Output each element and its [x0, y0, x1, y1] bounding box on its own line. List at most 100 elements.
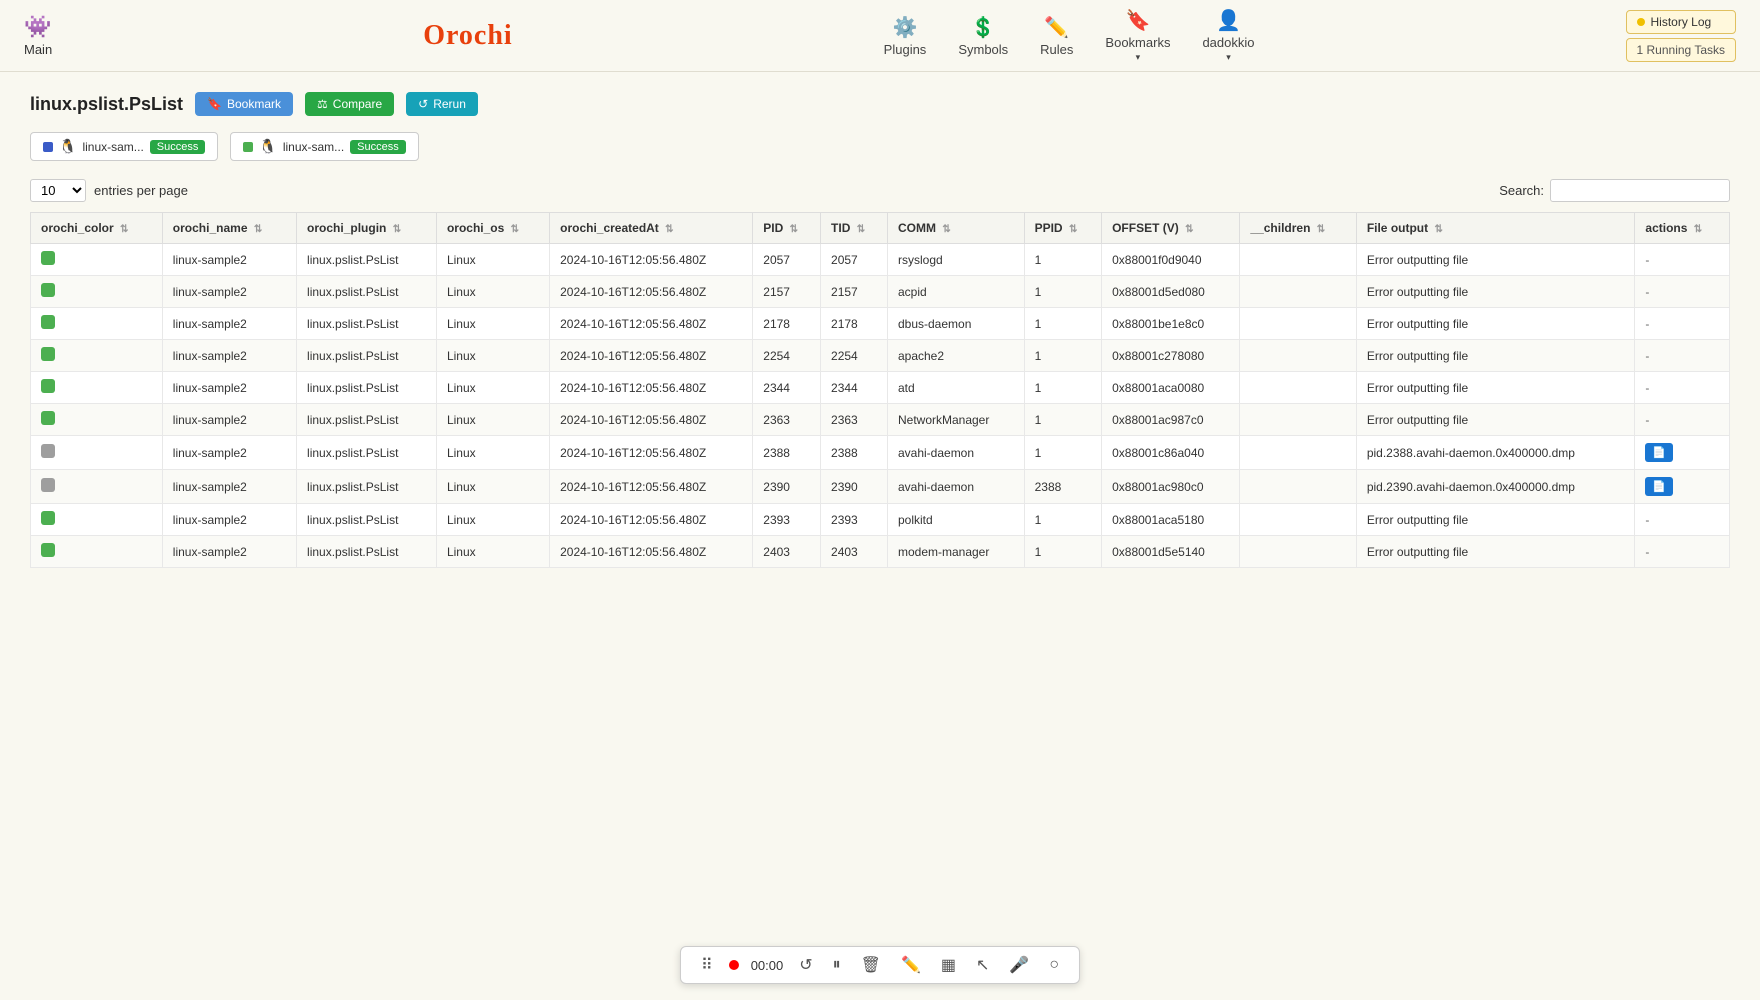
cell-children	[1240, 436, 1356, 470]
col-file-output-label: File output	[1367, 221, 1428, 235]
cell-comm: acpid	[887, 276, 1024, 308]
cell-color	[31, 404, 163, 436]
col-orochi-os[interactable]: orochi_os ⇅	[436, 213, 549, 244]
search-input[interactable]	[1550, 179, 1730, 202]
nav-bookmarks[interactable]: 🔖 Bookmarks ▾	[1105, 8, 1170, 63]
bookmark-button[interactable]: 🔖 Bookmark	[195, 92, 293, 116]
cell-color	[31, 436, 163, 470]
toolbar-cursor-button[interactable]: ↖	[972, 953, 993, 977]
cell-children	[1240, 340, 1356, 372]
color-dot	[41, 379, 55, 393]
cell-os: Linux	[436, 404, 549, 436]
cell-actions: 📄	[1635, 470, 1730, 504]
toolbar-trash-button[interactable]: 🗑	[857, 953, 885, 977]
col-offset[interactable]: OFFSET (V) ⇅	[1102, 213, 1240, 244]
col-orochi-plugin[interactable]: orochi_plugin ⇅	[297, 213, 437, 244]
toolbar-grid-button[interactable]: ⠿	[697, 953, 717, 977]
tab1-linux-icon: 🐧	[59, 138, 76, 155]
sort-icon-plugin: ⇅	[393, 224, 401, 235]
compare-button[interactable]: ⚖ Compare	[305, 92, 394, 116]
col-file-output[interactable]: File output ⇅	[1356, 213, 1635, 244]
table-row: linux-sample2linux.pslist.PsListLinux202…	[31, 536, 1730, 568]
cell-pid: 2178	[753, 308, 821, 340]
sample-tab-1[interactable]: 🐧 linux-sam... Success	[30, 132, 218, 161]
cell-plugin: linux.pslist.PsList	[297, 276, 437, 308]
cell-name: linux-sample2	[162, 470, 296, 504]
color-dot	[41, 347, 55, 361]
cell-ppid: 1	[1024, 436, 1102, 470]
color-dot	[41, 543, 55, 557]
running-tasks-label: 1 Running Tasks	[1637, 43, 1726, 57]
rerun-button[interactable]: ↺ Rerun	[406, 92, 478, 116]
cell-ppid: 1	[1024, 308, 1102, 340]
cell-name: linux-sample2	[162, 436, 296, 470]
dadokkio-label: dadokkio	[1202, 35, 1254, 50]
col-orochi-color[interactable]: orochi_color ⇅	[31, 213, 163, 244]
cell-tid: 2254	[821, 340, 888, 372]
download-file-button[interactable]: 📄	[1645, 477, 1673, 496]
cell-ppid: 1	[1024, 276, 1102, 308]
history-dot	[1637, 18, 1645, 26]
nav-right: History Log 1 Running Tasks	[1626, 10, 1737, 62]
cell-children	[1240, 308, 1356, 340]
nav-plugins[interactable]: ⚙️ Plugins	[884, 15, 927, 57]
cell-os: Linux	[436, 340, 549, 372]
nav-symbols[interactable]: 💲 Symbols	[958, 15, 1008, 57]
page-title-row: linux.pslist.PsList 🔖 Bookmark ⚖ Compare…	[30, 92, 1730, 116]
color-dot	[41, 283, 55, 297]
col-orochi-createdat[interactable]: orochi_createdAt ⇅	[550, 213, 753, 244]
cell-pid: 2388	[753, 436, 821, 470]
entries-per-page-select[interactable]: 10 25 50 100	[30, 179, 86, 202]
color-dot	[41, 444, 55, 458]
cell-name: linux-sample2	[162, 244, 296, 276]
cell-plugin: linux.pslist.PsList	[297, 504, 437, 536]
cell-file-output: Error outputting file	[1356, 404, 1635, 436]
col-actions[interactable]: actions ⇅	[1635, 213, 1730, 244]
no-action-dash: -	[1645, 381, 1649, 395]
cell-os: Linux	[436, 470, 549, 504]
cell-os: Linux	[436, 504, 549, 536]
download-file-button[interactable]: 📄	[1645, 443, 1673, 462]
col-orochi-name[interactable]: orochi_name ⇅	[162, 213, 296, 244]
sample-tab-2[interactable]: 🐧 linux-sam... Success	[230, 132, 418, 161]
col-comm[interactable]: COMM ⇅	[887, 213, 1024, 244]
toolbar-mic-button[interactable]: 🎤	[1005, 953, 1033, 977]
sort-icon-pid: ⇅	[790, 224, 798, 235]
toolbar-circle-button[interactable]: ○	[1045, 954, 1063, 976]
cell-pid: 2254	[753, 340, 821, 372]
table-row: linux-sample2linux.pslist.PsListLinux202…	[31, 436, 1730, 470]
col-orochi-createdat-label: orochi_createdAt	[560, 221, 659, 235]
toolbar-pause-button[interactable]: ⏸	[829, 954, 845, 976]
cell-offset: 0x88001aca0080	[1102, 372, 1240, 404]
cell-tid: 2403	[821, 536, 888, 568]
running-tasks-button[interactable]: 1 Running Tasks	[1626, 38, 1737, 62]
cell-children	[1240, 536, 1356, 568]
col-orochi-os-label: orochi_os	[447, 221, 504, 235]
nav-rules[interactable]: ✏️ Rules	[1040, 15, 1073, 57]
color-dot	[41, 478, 55, 492]
table-row: linux-sample2linux.pslist.PsListLinux202…	[31, 244, 1730, 276]
cell-actions: -	[1635, 372, 1730, 404]
col-tid[interactable]: TID ⇅	[821, 213, 888, 244]
toolbar-dots-button[interactable]: ▦	[937, 953, 960, 977]
cell-color	[31, 372, 163, 404]
history-log-button[interactable]: History Log	[1626, 10, 1737, 34]
nav-main[interactable]: 👾 Main	[24, 14, 52, 57]
cell-createdat: 2024-10-16T12:05:56.480Z	[550, 276, 753, 308]
col-ppid[interactable]: PPID ⇅	[1024, 213, 1102, 244]
cell-offset: 0x88001aca5180	[1102, 504, 1240, 536]
col-children[interactable]: __children ⇅	[1240, 213, 1356, 244]
tab1-color-dot	[43, 142, 53, 152]
dadokkio-icon: 👤	[1216, 8, 1241, 33]
nav-dadokkio[interactable]: 👤 dadokkio ▾	[1202, 8, 1254, 63]
cell-comm: avahi-daemon	[887, 436, 1024, 470]
cell-offset: 0x88001c278080	[1102, 340, 1240, 372]
col-pid[interactable]: PID ⇅	[753, 213, 821, 244]
cell-createdat: 2024-10-16T12:05:56.480Z	[550, 436, 753, 470]
toolbar-draw-button[interactable]: ✏️	[897, 953, 925, 977]
cell-createdat: 2024-10-16T12:05:56.480Z	[550, 470, 753, 504]
symbols-icon: 💲	[971, 15, 996, 40]
bookmark-label: Bookmark	[227, 97, 281, 111]
cell-os: Linux	[436, 372, 549, 404]
toolbar-refresh-button[interactable]: ↺	[795, 953, 816, 977]
